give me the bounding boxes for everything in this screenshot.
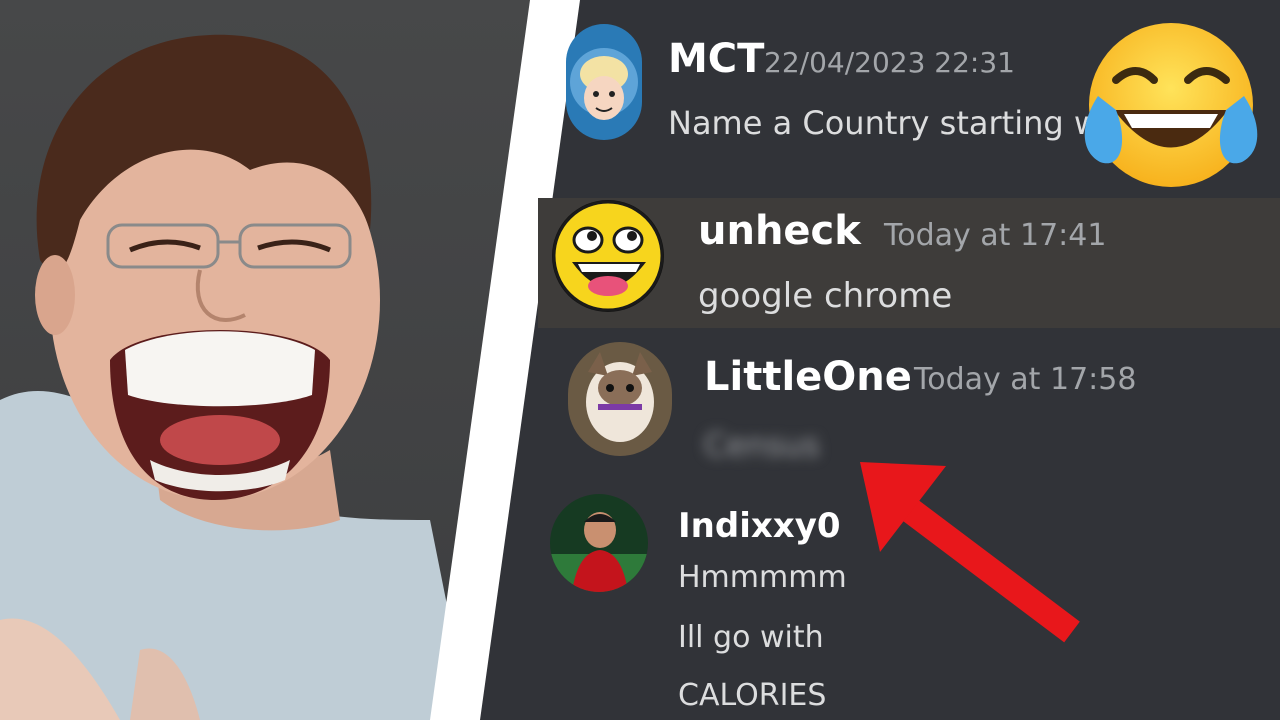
timestamp-unheck: Today at 17:41: [884, 218, 1107, 253]
message-text-indixxy0-line1: Hmmmmm: [678, 560, 847, 595]
message-text-mct: Name a Country starting with: [668, 104, 1142, 142]
username-unheck[interactable]: unheck: [698, 208, 861, 254]
avatar-indixxy0[interactable]: [550, 494, 648, 592]
avatar-littleone[interactable]: [568, 342, 672, 456]
timestamp-littleone: Today at 17:58: [914, 362, 1137, 397]
timestamp-mct: 22/04/2023 22:31: [764, 46, 1015, 79]
message-text-indixxy0-line3: CALORIES: [678, 678, 827, 713]
username-indixxy0[interactable]: Indixxy0: [678, 506, 841, 546]
avatar-mct[interactable]: [566, 24, 642, 140]
username-littleone[interactable]: LittleOne: [704, 354, 912, 400]
message-text-indixxy0-line2: Ill go with: [678, 620, 824, 655]
username-mct[interactable]: MCT: [668, 36, 764, 82]
message-text-littleone-spoiler[interactable]: Census: [704, 426, 820, 464]
face-with-tears-of-joy-icon: [1076, 10, 1266, 204]
laughing-person-photo: [0, 0, 560, 720]
avatar-unheck[interactable]: [552, 200, 664, 312]
message-text-unheck: google chrome: [698, 276, 953, 316]
laughing-person-illustration: [0, 34, 470, 720]
